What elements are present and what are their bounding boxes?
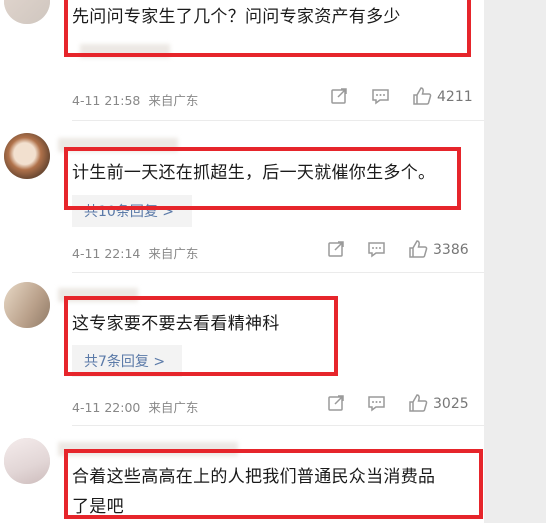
comment-date: 4-11 22:00	[72, 400, 141, 415]
comment-source: 来自广东	[148, 400, 199, 415]
comment-icon[interactable]	[367, 395, 386, 412]
comment-icon[interactable]	[367, 241, 386, 258]
highlight-box	[64, 147, 461, 210]
divider	[72, 425, 484, 426]
thumbs-up-icon[interactable]	[412, 87, 432, 106]
highlight-box	[64, 449, 483, 519]
share-icon[interactable]	[327, 240, 345, 258]
comment-date: 4-11 22:14	[72, 246, 141, 261]
thumbs-up-icon[interactable]	[408, 394, 428, 413]
like-count: 3386	[433, 242, 469, 258]
user-avatar[interactable]	[4, 0, 50, 24]
share-icon[interactable]	[330, 87, 348, 105]
share-icon[interactable]	[327, 394, 345, 412]
thumbs-up-icon[interactable]	[408, 240, 428, 259]
divider	[72, 272, 484, 273]
comment-meta: 4-11 22:14 来自广东	[72, 243, 198, 262]
highlight-box	[64, 296, 338, 376]
user-avatar[interactable]	[4, 438, 50, 484]
comment-meta: 4-11 22:00 来自广东	[72, 397, 198, 416]
like-count: 4211	[437, 89, 473, 105]
comment-icon[interactable]	[371, 88, 390, 105]
right-edge-background	[484, 0, 546, 523]
comment-date: 4-11 21:58	[72, 93, 141, 108]
user-avatar[interactable]	[4, 133, 50, 179]
highlight-box	[64, 0, 471, 57]
divider	[72, 120, 484, 121]
like-count: 3025	[433, 396, 469, 412]
comment-meta: 4-11 21:58 来自广东	[72, 90, 198, 109]
comment-source: 来自广东	[148, 93, 199, 108]
user-avatar[interactable]	[4, 282, 50, 328]
comment-source: 来自广东	[148, 246, 199, 261]
